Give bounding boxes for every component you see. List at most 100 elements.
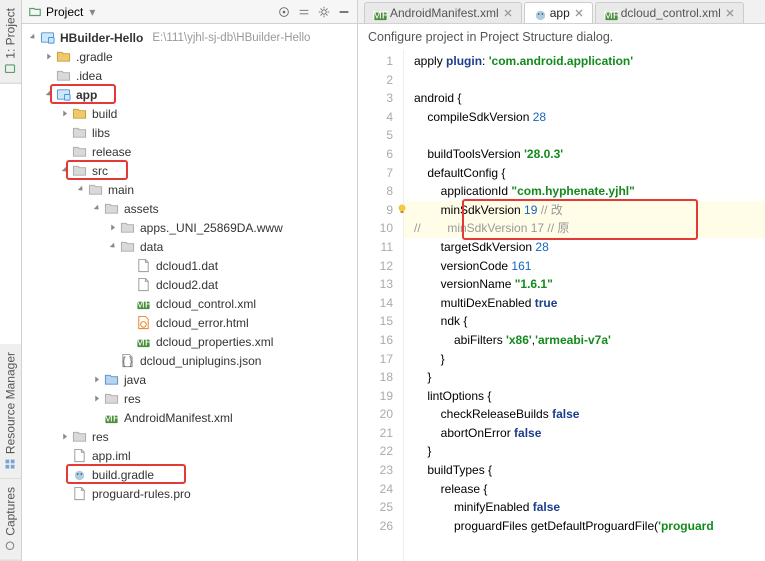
svg-text:{ }: { }	[122, 355, 133, 367]
close-icon[interactable]	[725, 8, 735, 18]
minimize-icon[interactable]	[337, 5, 351, 19]
tree-label: dcloud_control.xml	[154, 297, 258, 311]
tree-label: dcloud_uniplugins.json	[138, 354, 263, 368]
dir-gray-icon	[120, 220, 135, 235]
dir-gray-icon	[88, 182, 103, 197]
tree-item[interactable]: MFdcloud_properties.xml	[26, 332, 357, 351]
tree-item[interactable]: app.iml	[26, 446, 357, 465]
file-icon	[72, 448, 87, 463]
expand-icon[interactable]	[297, 5, 311, 19]
dir-gray-icon	[72, 125, 87, 140]
xml-icon: MF	[104, 410, 119, 425]
project-toolbar: Project ▾	[22, 0, 357, 24]
tree-label: apps._UNI_25869DA.www	[138, 221, 285, 235]
project-view-selector[interactable]: Project ▾	[28, 5, 277, 19]
target-icon[interactable]	[277, 5, 291, 19]
tree-item[interactable]: MFdcloud_control.xml	[26, 294, 357, 313]
tree-item[interactable]: res	[26, 389, 357, 408]
svg-text:MF: MF	[104, 413, 119, 425]
resource-icon	[5, 458, 17, 470]
xml-icon: MF	[373, 7, 386, 20]
tree-label: res	[90, 430, 111, 444]
gradle-icon	[533, 7, 546, 20]
dir-gray-icon	[72, 163, 87, 178]
tree-item[interactable]: apps._UNI_25869DA.www	[26, 218, 357, 237]
dir-gray-icon	[104, 201, 119, 216]
file-icon	[136, 258, 151, 273]
chevron-down-icon: ▾	[89, 5, 95, 19]
configure-hint[interactable]: Configure project in Project Structure d…	[358, 24, 765, 50]
project-icon	[28, 5, 42, 19]
tree-label: dcloud_properties.xml	[154, 335, 275, 349]
tree-item[interactable]: dcloud1.dat	[26, 256, 357, 275]
tree-label: release	[90, 145, 133, 159]
tree-item[interactable]: dcloud2.dat	[26, 275, 357, 294]
tree-item[interactable]: app	[26, 85, 357, 104]
tree-item[interactable]: proguard-rules.pro	[26, 484, 357, 503]
dir-blue-icon	[104, 372, 119, 387]
editor-tab[interactable]: app	[524, 2, 593, 23]
editor-tabs: MFAndroidManifest.xmlappMFdcloud_control…	[358, 0, 765, 24]
html-icon	[136, 315, 151, 330]
json-icon: { }	[120, 353, 135, 368]
tree-item[interactable]: .gradle	[26, 47, 357, 66]
file-icon	[72, 486, 87, 501]
tree-label: AndroidManifest.xml	[122, 411, 235, 425]
tree-label: proguard-rules.pro	[90, 487, 193, 501]
bulb-icon[interactable]	[396, 203, 408, 215]
tree-item[interactable]: src	[26, 161, 357, 180]
tree-label: java	[122, 373, 148, 387]
module-icon	[40, 30, 55, 45]
dir-gray-icon	[72, 429, 87, 444]
project-tree[interactable]: HBuilder-HelloE:\111\yjhl-sj-db\HBuilder…	[22, 24, 357, 561]
tree-item[interactable]: { } dcloud_uniplugins.json	[26, 351, 357, 370]
tree-item[interactable]: release	[26, 142, 357, 161]
svg-text:MF: MF	[136, 337, 151, 349]
tree-item[interactable]: data	[26, 237, 357, 256]
tree-label: dcloud_error.html	[154, 316, 251, 330]
module-icon	[56, 87, 71, 102]
sidebar-tab-resource-manager[interactable]: Resource Manager	[0, 344, 21, 479]
tree-item[interactable]: main	[26, 180, 357, 199]
tree-label: src	[90, 164, 110, 178]
tree-label: dcloud2.dat	[154, 278, 220, 292]
dir-gray-icon	[56, 68, 71, 83]
tree-item[interactable]: .idea	[26, 66, 357, 85]
xml-icon: MF	[604, 7, 617, 20]
tree-item[interactable]: libs	[26, 123, 357, 142]
tool-window-strip: 1: Project Resource Manager Captures	[0, 0, 22, 561]
tree-item[interactable]: HBuilder-HelloE:\111\yjhl-sj-db\HBuilder…	[26, 28, 357, 47]
gear-icon[interactable]	[317, 5, 331, 19]
tree-label: app	[74, 88, 99, 102]
tree-item[interactable]: java	[26, 370, 357, 389]
tree-item[interactable]: MFAndroidManifest.xml	[26, 408, 357, 427]
sidebar-tab-captures[interactable]: Captures	[0, 479, 21, 561]
captures-icon	[5, 540, 17, 552]
tree-label: build.gradle	[90, 468, 156, 482]
code-editor[interactable]: 1234567891011121314151617181920212223242…	[358, 50, 765, 561]
tree-label: assets	[122, 202, 161, 216]
tree-label: libs	[90, 126, 112, 140]
tree-label: data	[138, 240, 165, 254]
tree-label: main	[106, 183, 136, 197]
dir-icon	[72, 106, 87, 121]
tree-item[interactable]: res	[26, 427, 357, 446]
tree-item[interactable]: assets	[26, 199, 357, 218]
editor-tab[interactable]: MFAndroidManifest.xml	[364, 2, 522, 23]
tree-item[interactable]: build	[26, 104, 357, 123]
editor-tab[interactable]: MFdcloud_control.xml	[595, 2, 744, 23]
tree-label: HBuilder-Hello	[58, 31, 145, 45]
tree-item[interactable]: build.gradle	[26, 465, 357, 484]
close-icon[interactable]	[503, 8, 513, 18]
svg-text:MF: MF	[373, 9, 388, 21]
tree-label: .gradle	[74, 50, 115, 64]
tree-label: res	[122, 392, 143, 406]
xml-icon: MF	[136, 296, 151, 311]
tree-label: build	[90, 107, 119, 121]
close-icon[interactable]	[574, 8, 584, 18]
dir-gray-icon	[72, 144, 87, 159]
sidebar-tab-project[interactable]: 1: Project	[0, 0, 21, 84]
svg-text:MF: MF	[604, 9, 619, 21]
tree-item[interactable]: dcloud_error.html	[26, 313, 357, 332]
gradle-icon	[72, 467, 87, 482]
